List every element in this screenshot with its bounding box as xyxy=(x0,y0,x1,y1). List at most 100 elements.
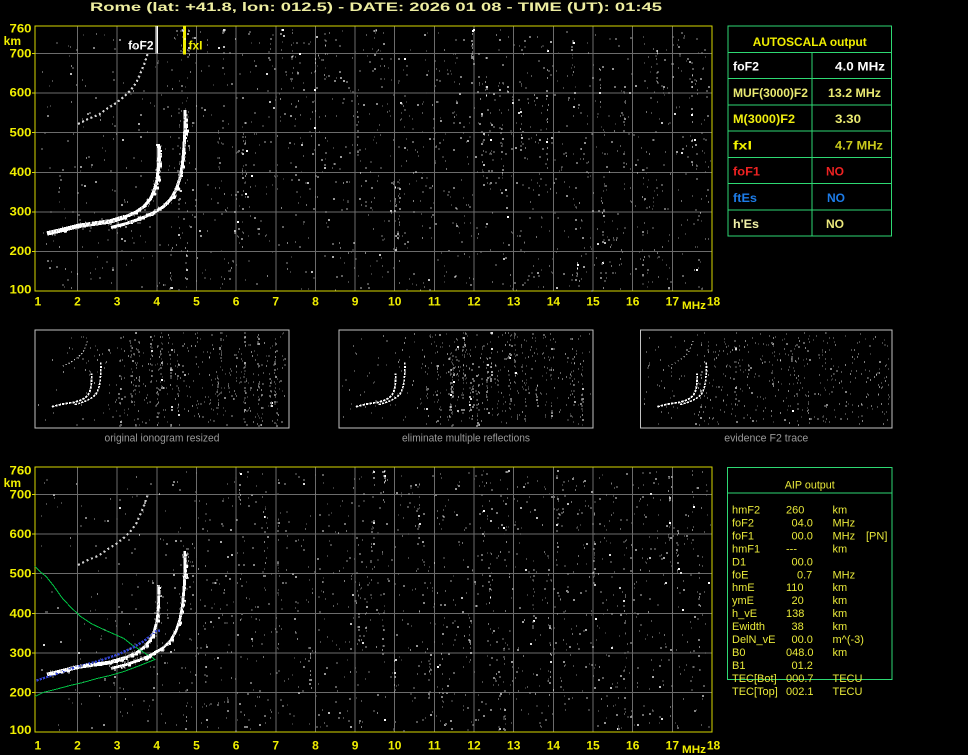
svg-text:18: 18 xyxy=(707,739,721,753)
svg-text:300: 300 xyxy=(10,205,32,219)
svg-text:200: 200 xyxy=(10,244,32,258)
svg-text:Ewidth: Ewidth xyxy=(732,621,765,633)
svg-text:km: km xyxy=(833,621,848,633)
svg-text:38: 38 xyxy=(792,621,804,633)
svg-text:evidence F2 trace: evidence F2 trace xyxy=(724,433,808,445)
svg-text:foF1: foF1 xyxy=(732,530,754,542)
svg-text:4: 4 xyxy=(153,295,160,309)
svg-text:11: 11 xyxy=(428,739,441,753)
svg-text:fxI: fxI xyxy=(733,138,752,152)
svg-text:6: 6 xyxy=(233,295,240,309)
svg-text:fxI: fxI xyxy=(189,39,203,53)
svg-text:15: 15 xyxy=(586,739,600,753)
svg-text:500: 500 xyxy=(10,125,32,139)
svg-text:002.1: 002.1 xyxy=(786,686,814,698)
svg-text:TECU: TECU xyxy=(833,673,863,685)
svg-text:foE: foE xyxy=(732,569,749,581)
svg-text:17: 17 xyxy=(666,295,680,309)
svg-text:5: 5 xyxy=(193,739,200,753)
svg-text:MHz: MHz xyxy=(682,744,707,755)
svg-text:700: 700 xyxy=(10,488,32,502)
svg-text:01.2: 01.2 xyxy=(792,660,813,672)
svg-text:original ionogram resized: original ionogram resized xyxy=(105,433,220,445)
svg-text:ftEs: ftEs xyxy=(733,191,757,205)
svg-text:B0: B0 xyxy=(732,647,745,659)
svg-text:h_vE: h_vE xyxy=(732,608,757,620)
svg-text:---: --- xyxy=(786,543,797,555)
svg-text:400: 400 xyxy=(10,165,32,179)
svg-text:DelN_vE: DelN_vE xyxy=(732,634,775,646)
svg-text:260: 260 xyxy=(786,505,804,517)
svg-text:TEC[Bot]: TEC[Bot] xyxy=(732,673,777,685)
svg-text:16: 16 xyxy=(626,739,640,753)
svg-text:TECU: TECU xyxy=(833,686,863,698)
svg-text:110: 110 xyxy=(786,582,804,594)
svg-text:300: 300 xyxy=(10,646,32,660)
svg-text:3: 3 xyxy=(114,295,121,309)
svg-text:6: 6 xyxy=(233,739,240,753)
svg-text:13: 13 xyxy=(507,295,521,309)
svg-text:4.7 MHz: 4.7 MHz xyxy=(835,138,883,152)
svg-text:1: 1 xyxy=(34,739,41,753)
svg-text:7: 7 xyxy=(272,739,279,753)
svg-text:3.30: 3.30 xyxy=(835,112,861,126)
svg-text:M(3000)F2: M(3000)F2 xyxy=(733,112,795,126)
svg-text:00.0: 00.0 xyxy=(792,556,813,568)
svg-text:foF1: foF1 xyxy=(733,165,760,179)
svg-text:km: km xyxy=(833,543,848,555)
svg-text:h'Es: h'Es xyxy=(733,217,759,231)
svg-text:2: 2 xyxy=(74,295,81,309)
svg-text:04.0: 04.0 xyxy=(792,517,813,529)
svg-text:NO: NO xyxy=(826,165,844,179)
svg-text:400: 400 xyxy=(10,606,32,620)
svg-text:km: km xyxy=(833,505,848,517)
svg-text:14: 14 xyxy=(547,739,561,753)
svg-text:TEC[Top]: TEC[Top] xyxy=(732,686,778,698)
svg-text:15: 15 xyxy=(586,295,600,309)
svg-text:km: km xyxy=(833,582,848,594)
svg-text:Rome (lat: +41.8, lon: 012.5): Rome (lat: +41.8, lon: 012.5) - DATE: 20… xyxy=(90,0,662,14)
svg-text:11: 11 xyxy=(428,295,441,309)
svg-text:0.7: 0.7 xyxy=(797,569,812,581)
svg-text:048.0: 048.0 xyxy=(786,647,814,659)
svg-text:hmE: hmE xyxy=(732,582,755,594)
svg-text:[PN]: [PN] xyxy=(866,530,887,542)
svg-text:MHz: MHz xyxy=(833,517,856,529)
svg-text:NO: NO xyxy=(827,191,845,205)
svg-text:5: 5 xyxy=(193,295,200,309)
svg-text:eliminate multiple reflections: eliminate multiple reflections xyxy=(402,433,530,445)
svg-text:16: 16 xyxy=(626,295,640,309)
svg-text:600: 600 xyxy=(10,527,32,541)
svg-text:km: km xyxy=(833,647,848,659)
svg-text:NO: NO xyxy=(826,217,844,231)
svg-text:D1: D1 xyxy=(732,556,746,568)
svg-text:4: 4 xyxy=(153,739,160,753)
svg-text:600: 600 xyxy=(10,86,32,100)
svg-text:9: 9 xyxy=(352,295,359,309)
svg-text:MHz: MHz xyxy=(833,569,856,581)
svg-text:12: 12 xyxy=(467,739,481,753)
svg-text:4.0 MHz: 4.0 MHz xyxy=(835,60,885,74)
svg-text:AUTOSCALA output: AUTOSCALA output xyxy=(753,35,867,49)
svg-text:00.0: 00.0 xyxy=(792,530,813,542)
svg-text:hmF1: hmF1 xyxy=(732,543,760,555)
svg-text:14: 14 xyxy=(547,295,561,309)
svg-text:100: 100 xyxy=(10,283,32,297)
svg-text:foF2: foF2 xyxy=(733,60,759,74)
svg-text:foF2: foF2 xyxy=(128,39,154,53)
svg-text:m^(-3): m^(-3) xyxy=(833,634,864,646)
svg-text:2: 2 xyxy=(74,739,81,753)
svg-text:3: 3 xyxy=(114,739,121,753)
svg-text:00.0: 00.0 xyxy=(792,634,813,646)
svg-text:7: 7 xyxy=(272,295,279,309)
svg-text:000.7: 000.7 xyxy=(786,673,814,685)
svg-text:10: 10 xyxy=(388,295,402,309)
svg-text:700: 700 xyxy=(10,47,32,61)
svg-text:km: km xyxy=(833,608,848,620)
svg-text:12: 12 xyxy=(467,295,481,309)
svg-text:MHz: MHz xyxy=(833,530,856,542)
svg-text:8: 8 xyxy=(312,295,319,309)
svg-text:20: 20 xyxy=(792,595,804,607)
svg-text:13: 13 xyxy=(507,739,521,753)
svg-text:100: 100 xyxy=(10,723,32,737)
